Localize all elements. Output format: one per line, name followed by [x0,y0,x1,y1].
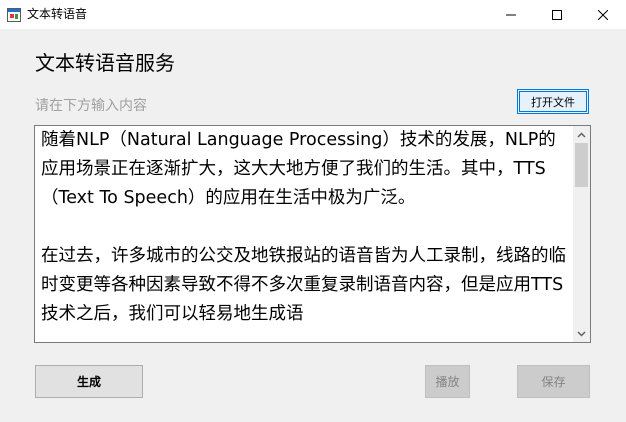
chevron-up-icon [577,131,586,138]
minimize-icon [506,14,516,15]
window-title: 文本转语音 [27,7,88,21]
app-icon [7,7,21,22]
play-button[interactable]: 播放 [425,365,470,398]
app-window: 文本转语音 文本转语音服务 请在下方输入内容 打开文件 随着NLP（Natura… [0,0,626,422]
minimize-button[interactable] [488,0,534,29]
generate-button[interactable]: 生成 [35,365,143,398]
text-input-area[interactable]: 随着NLP（Natural Language Processing）技术的发展，… [34,125,591,343]
generate-label: 生成 [76,375,101,389]
maximize-button[interactable] [534,0,580,29]
focus-border [519,91,587,112]
scroll-thumb[interactable] [575,143,588,187]
open-file-button[interactable]: 打开文件 [517,89,589,114]
scroll-up-button[interactable] [573,126,590,143]
maximize-icon [552,9,562,20]
title-bar[interactable]: 文本转语音 [0,0,626,29]
chevron-down-icon [577,330,586,337]
input-hint: 请在下方输入内容 [35,98,147,114]
page-title: 文本转语音服务 [35,51,175,75]
save-button[interactable]: 保存 [517,365,590,398]
close-button[interactable] [580,0,626,29]
text-content[interactable]: 随着NLP（Natural Language Processing）技术的发展，… [41,126,569,329]
save-label: 保存 [541,375,566,389]
vertical-scrollbar[interactable] [573,126,590,342]
close-icon [598,9,608,20]
play-label: 播放 [435,375,460,389]
scroll-down-button[interactable] [573,325,590,342]
